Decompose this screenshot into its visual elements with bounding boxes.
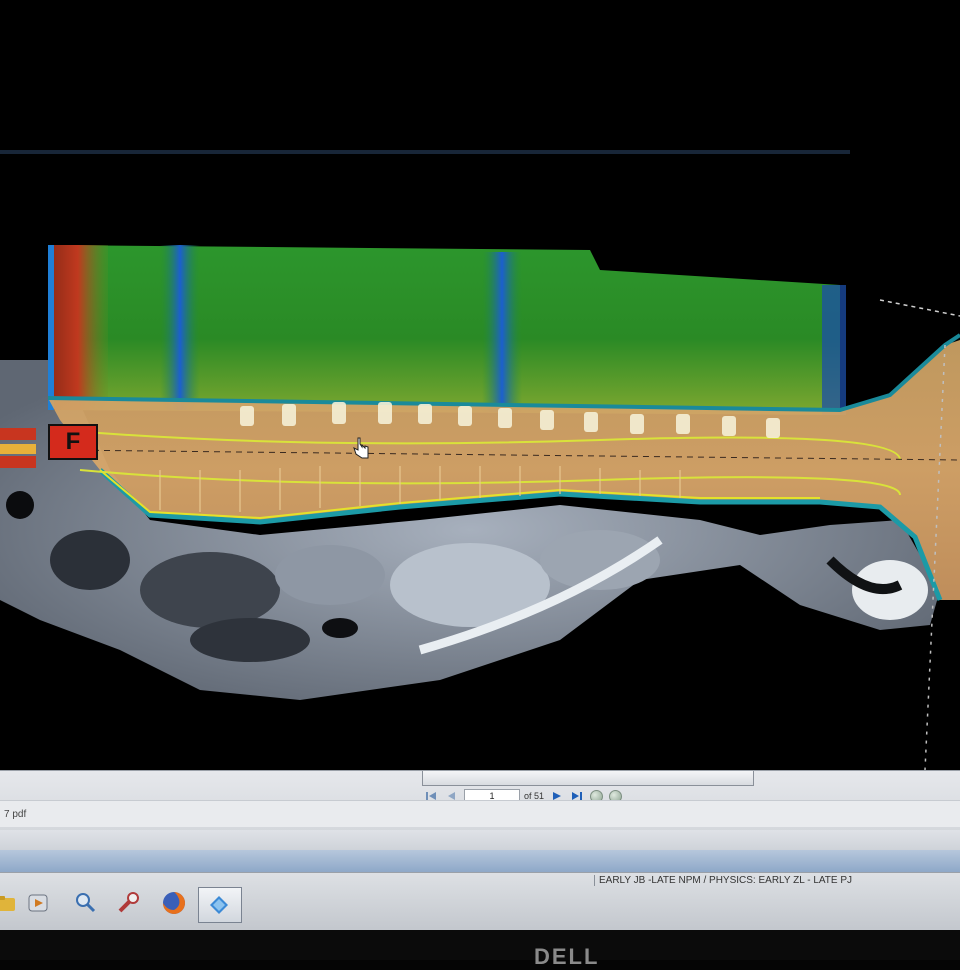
orientation-marker-label: F — [65, 428, 81, 455]
window-frame-band — [0, 830, 960, 850]
document-strip: 7 pdf — [0, 800, 960, 827]
folder-icon[interactable] — [0, 889, 20, 917]
monitor-bezel: DELL — [0, 930, 960, 969]
blue-app-icon — [205, 890, 233, 918]
status-bar-text: EARLY JB -LATE NPM / PHYSICS: EARLY ZL -… — [594, 875, 852, 886]
active-task-button[interactable] — [198, 887, 242, 923]
window-title-band — [0, 850, 960, 872]
tools-icon[interactable] — [114, 889, 142, 917]
magnifier-icon[interactable] — [72, 889, 100, 917]
monitor-brand-logo: DELL — [534, 944, 600, 969]
left-color-bar — [0, 428, 36, 440]
orientation-marker: F — [48, 424, 98, 460]
firefox-icon[interactable] — [160, 889, 188, 917]
panel-tab[interactable] — [422, 771, 754, 786]
image-viewer[interactable]: F — [0, 0, 960, 770]
ct-dose-image — [0, 150, 960, 770]
document-filename[interactable]: 7 pdf — [4, 809, 26, 820]
taskbar: EARLY JB -LATE NPM / PHYSICS: EARLY ZL -… — [0, 872, 960, 931]
media-player-icon[interactable] — [24, 889, 52, 917]
